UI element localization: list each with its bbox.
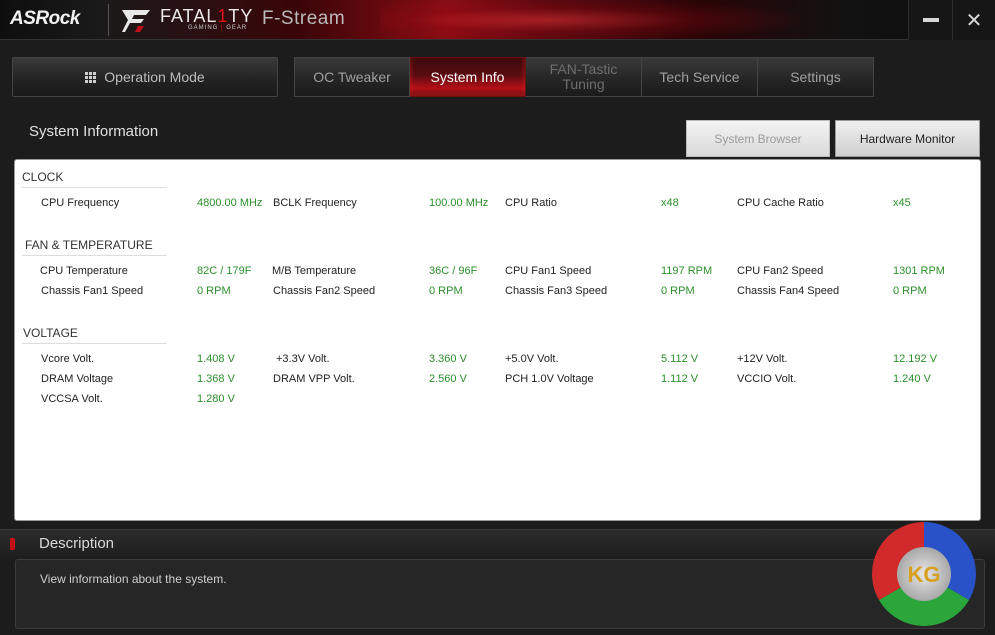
tab-fan-tastic-tuning[interactable]: FAN-Tastic Tuning bbox=[526, 57, 642, 97]
asrock-logo: ASRock bbox=[10, 8, 80, 29]
info-label: Chassis Fan2 Speed bbox=[273, 285, 376, 297]
info-value: 5.112 V bbox=[661, 353, 699, 365]
fatal1ty-emblem-icon bbox=[122, 10, 150, 32]
title-bar: ASRock FATAL1TY GAMING | GEAR F-Stream ✕ bbox=[0, 0, 995, 40]
info-label: Chassis Fan3 Speed bbox=[505, 285, 608, 297]
description-text: View information about the system. bbox=[40, 572, 227, 586]
info-value: 3.360 V bbox=[429, 353, 467, 365]
info-label: PCH 1.0V Voltage bbox=[505, 373, 594, 385]
info-label: VCCSA Volt. bbox=[41, 393, 103, 405]
info-label: CPU Fan2 Speed bbox=[737, 265, 824, 277]
app-title: F-Stream bbox=[262, 8, 346, 29]
description-box: View information about the system. bbox=[15, 559, 985, 629]
operation-mode-button[interactable]: Operation Mode bbox=[12, 57, 278, 97]
info-value: 0 RPM bbox=[893, 285, 927, 297]
title-divider bbox=[108, 4, 109, 36]
tab-settings[interactable]: Settings bbox=[758, 57, 874, 97]
info-label: DRAM VPP Volt. bbox=[273, 373, 355, 385]
info-label: Vcore Volt. bbox=[41, 353, 95, 365]
close-button[interactable]: ✕ bbox=[952, 0, 995, 40]
close-icon: ✕ bbox=[965, 8, 983, 32]
info-value: 1197 RPM bbox=[661, 265, 713, 277]
info-value: 12.192 V bbox=[893, 353, 938, 365]
info-label: +5.0V Volt. bbox=[505, 353, 559, 365]
tab-oc-tweaker[interactable]: OC Tweaker bbox=[294, 57, 410, 97]
info-value: 2.560 V bbox=[429, 373, 467, 385]
kg-watermark-logo: KG bbox=[872, 522, 976, 626]
info-value: 1.368 V bbox=[197, 373, 235, 385]
description-title: Description bbox=[39, 535, 115, 552]
fatal1ty-one: 1 bbox=[217, 6, 229, 26]
grid-icon bbox=[85, 71, 97, 83]
title-bar-glow bbox=[380, 0, 800, 40]
info-value: 1.240 V bbox=[893, 373, 931, 385]
info-value: 1.280 V bbox=[197, 393, 235, 405]
info-value: 1.408 V bbox=[197, 353, 235, 365]
info-value: 0 RPM bbox=[661, 285, 695, 297]
info-label: CPU Ratio bbox=[505, 197, 557, 209]
description-header: Description bbox=[0, 529, 995, 557]
sub-left: GAMING bbox=[188, 25, 219, 31]
info-label: CPU Cache Ratio bbox=[737, 197, 824, 209]
info-label: VCCIO Volt. bbox=[737, 373, 797, 385]
info-label: BCLK Frequency bbox=[273, 197, 357, 209]
info-label: CPU Fan1 Speed bbox=[505, 265, 592, 277]
info-value: 1.112 V bbox=[661, 373, 699, 385]
gaming-gear-sub: GAMING | GEAR bbox=[188, 25, 247, 31]
description-marker-icon bbox=[10, 538, 15, 550]
minimize-button[interactable] bbox=[908, 0, 952, 40]
sub-right: GEAR bbox=[226, 25, 248, 31]
info-label: +12V Volt. bbox=[737, 353, 788, 365]
operation-mode-label: Operation Mode bbox=[104, 69, 205, 85]
info-value: x48 bbox=[661, 197, 679, 209]
minimize-icon bbox=[922, 18, 939, 22]
page-title: System Information bbox=[29, 123, 159, 140]
sub-sep: | bbox=[221, 25, 224, 31]
fatal1ty-logo: FATAL1TY bbox=[160, 6, 253, 27]
fatal1ty-suffix: TY bbox=[228, 6, 254, 26]
system-browser-button[interactable]: System Browser bbox=[686, 120, 830, 157]
info-value: 0 RPM bbox=[429, 285, 463, 297]
kg-text: KG bbox=[908, 562, 941, 587]
info-value: 36C / 96F bbox=[429, 265, 478, 277]
tab-tech-service[interactable]: Tech Service bbox=[642, 57, 758, 97]
hardware-monitor-button[interactable]: Hardware Monitor bbox=[835, 120, 980, 157]
info-label: Chassis Fan4 Speed bbox=[737, 285, 840, 297]
info-value: 1301 RPM bbox=[893, 265, 945, 277]
voltage-group-title: VOLTAGE bbox=[22, 326, 167, 344]
info-value: 4800.00 MHz bbox=[197, 197, 263, 209]
info-value: 100.00 MHz bbox=[429, 197, 489, 209]
fan-temperature-group-title: FAN & TEMPERATURE bbox=[22, 238, 167, 256]
main-tabs: OC Tweaker System Info FAN-Tastic Tuning… bbox=[294, 57, 874, 97]
info-label: +3.3V Volt. bbox=[276, 353, 330, 365]
tab-system-info[interactable]: System Info bbox=[410, 57, 526, 97]
fatal1ty-prefix: FATAL bbox=[160, 6, 218, 26]
info-value: x45 bbox=[893, 197, 911, 209]
clock-group-title: CLOCK bbox=[22, 170, 167, 188]
info-label: CPU Frequency bbox=[41, 197, 120, 209]
system-info-panel: CLOCK CPU Frequency 4800.00 MHz BCLK Fre… bbox=[14, 159, 981, 521]
info-label: CPU Temperature bbox=[40, 265, 128, 277]
info-label: DRAM Voltage bbox=[41, 373, 114, 385]
info-label: Chassis Fan1 Speed bbox=[41, 285, 144, 297]
info-label: M/B Temperature bbox=[272, 265, 357, 277]
info-value: 0 RPM bbox=[197, 285, 231, 297]
info-value: 82C / 179F bbox=[197, 265, 252, 277]
